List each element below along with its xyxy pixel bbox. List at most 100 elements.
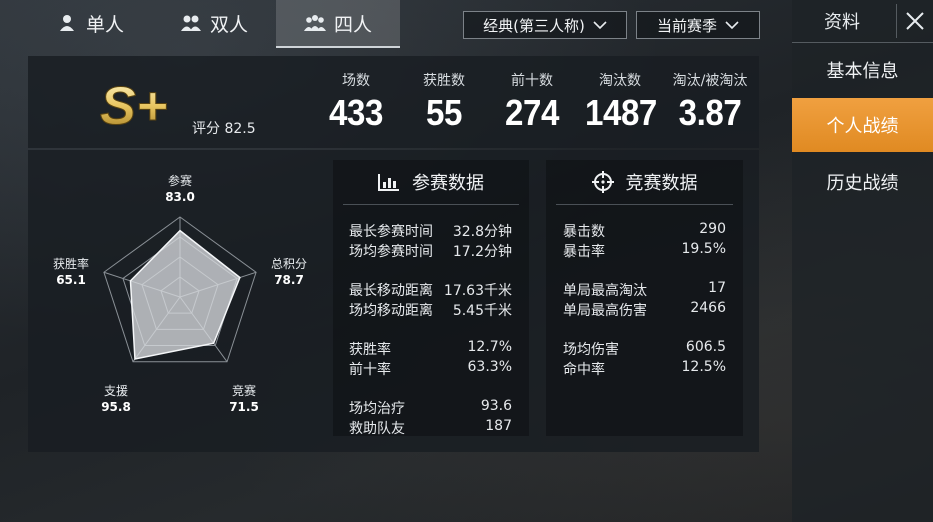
side-item-basic-info[interactable]: 基本信息 — [792, 43, 933, 97]
grade-tier: S+ — [100, 76, 168, 132]
stat-row: 最长移动距离 17.63千米 — [349, 280, 512, 300]
stat-val: 12.5% — [681, 359, 726, 375]
radar-label-competition: 竞赛 — [231, 384, 256, 398]
stat-row: 场均参赛时间 17.2分钟 — [349, 241, 512, 261]
divider — [556, 204, 733, 205]
side-item-personal-record[interactable]: 个人战绩 — [792, 98, 933, 152]
rating-text: 评分 82.5 — [192, 121, 256, 137]
close-icon — [906, 12, 924, 30]
close-button[interactable] — [896, 4, 933, 38]
stat-key: 最长参赛时间 — [349, 224, 433, 240]
stat-key: 获胜率 — [349, 342, 391, 358]
stat-row: 单局最高伤害 2466 — [563, 300, 726, 320]
stat-value: 433 — [329, 92, 383, 133]
tab-single[interactable]: 单人 — [28, 0, 152, 46]
stat-val: 5.45千米 — [452, 303, 512, 319]
single-person-icon — [59, 15, 74, 31]
radar-chart — [103, 216, 257, 363]
stat-row: 单局最高淘汰 17 — [563, 280, 726, 300]
radar-value-participation: 83.0 — [165, 190, 195, 204]
stat-kills: 淘汰数 1487 — [582, 70, 658, 134]
stat-key: 暴击率 — [563, 244, 605, 260]
stat-val: 606.5 — [685, 339, 726, 355]
stat-row: 场均治疗 93.6 — [349, 398, 512, 418]
stat-value: 1487 — [585, 92, 657, 133]
participation-header: 参赛数据 — [333, 160, 529, 204]
stat-label: 淘汰/被淘汰 — [672, 73, 748, 89]
squad-icon — [303, 15, 326, 31]
radar-data-area — [129, 229, 241, 360]
radar-value-support: 95.8 — [101, 400, 131, 414]
stat-val: 290 — [699, 221, 726, 237]
tab-squad-label: 四人 — [333, 13, 372, 36]
radar-label-support: 支援 — [103, 384, 128, 398]
season-dropdown[interactable]: 当前赛季 — [636, 11, 760, 39]
stat-val: 32.8分钟 — [452, 224, 512, 240]
mode-dropdown-value: 经典(第三人称) — [483, 16, 585, 35]
stat-key: 救助队友 — [349, 421, 405, 437]
stat-key: 暴击数 — [563, 224, 605, 240]
radar-label-win-rate: 获胜率 — [52, 257, 89, 271]
radar-value-win-rate: 65.1 — [56, 273, 86, 287]
stat-label: 前十数 — [511, 73, 553, 89]
bar-chart-icon — [378, 174, 399, 191]
season-dropdown-value: 当前赛季 — [656, 16, 717, 35]
stat-top10: 前十数 274 — [496, 70, 568, 134]
stat-key: 单局最高淘汰 — [563, 283, 647, 299]
stat-row: 最长参赛时间 32.8分钟 — [349, 221, 512, 241]
stat-row: 命中率 12.5% — [563, 359, 726, 379]
stat-key: 场均移动距离 — [349, 303, 433, 319]
stat-val: 93.6 — [480, 398, 512, 414]
tab-squad[interactable]: 四人 — [276, 0, 400, 48]
divider — [343, 204, 519, 205]
stat-val: 2466 — [690, 300, 726, 316]
grade-badge: S+ — [100, 76, 169, 133]
radar-label-total-score: 总积分 — [270, 257, 307, 271]
radar-label-participation: 参赛 — [167, 174, 192, 188]
tab-duo[interactable]: 双人 — [152, 0, 276, 46]
stat-value: 274 — [505, 92, 559, 133]
participation-rows: 最长参赛时间 32.8分钟 场均参赛时间 17.2分钟 最长移动距离 17.63千米 … — [349, 221, 512, 438]
stat-wins: 获胜数 55 — [412, 70, 476, 134]
stat-value: 3.87 — [678, 92, 742, 133]
stat-key: 最长移动距离 — [349, 283, 433, 299]
stat-key: 场均参赛时间 — [349, 244, 433, 260]
stat-row: 前十率 63.3% — [349, 359, 512, 379]
duo-icon — [180, 15, 201, 31]
side-title: 资料 — [824, 12, 860, 33]
mode-tabs: 单人 双人 四人 — [28, 0, 400, 48]
stat-val: 17.63千米 — [443, 283, 512, 299]
stat-kd: 淘汰/被淘汰 3.87 — [664, 70, 756, 134]
stat-row: 暴击率 19.5% — [563, 241, 726, 261]
tab-single-label: 单人 — [85, 13, 124, 36]
stat-val: 17.2分钟 — [452, 244, 512, 260]
competition-rows: 暴击数 290 暴击率 19.5% 单局最高淘汰 17 单局最高伤害 2466 场均伤害… — [563, 221, 726, 379]
stat-key: 单局最高伤害 — [563, 303, 647, 319]
stat-val: 12.7% — [467, 339, 512, 355]
radar-value-competition: 71.5 — [229, 400, 259, 414]
mode-dropdown[interactable]: 经典(第三人称) — [463, 11, 627, 39]
competition-header: 竞赛数据 — [546, 160, 743, 204]
stat-val: 187 — [485, 418, 512, 434]
stat-key: 前十率 — [349, 362, 391, 378]
stat-row: 暴击数 290 — [563, 221, 726, 241]
stat-key: 场均治疗 — [349, 401, 405, 417]
stat-label: 获胜数 — [423, 73, 465, 89]
crosshair-icon — [591, 171, 614, 193]
chevron-down-icon — [593, 20, 607, 29]
stat-row: 场均移动距离 5.45千米 — [349, 300, 512, 320]
stat-val: 63.3% — [467, 359, 512, 375]
stat-key: 命中率 — [563, 362, 605, 378]
side-item-history-record[interactable]: 历史战绩 — [792, 155, 933, 209]
stat-matches: 场数 433 — [320, 70, 392, 134]
stat-key: 场均伤害 — [563, 342, 619, 358]
stat-val: 17 — [708, 280, 726, 296]
stat-label: 淘汰数 — [599, 73, 641, 89]
stat-label: 场数 — [342, 73, 370, 89]
tab-duo-label: 双人 — [209, 13, 248, 36]
participation-title: 参赛数据 — [412, 173, 484, 194]
competition-title: 竞赛数据 — [625, 173, 698, 194]
stat-row: 救助队友 187 — [349, 418, 512, 438]
chevron-down-icon — [725, 20, 739, 29]
stat-row: 场均伤害 606.5 — [563, 339, 726, 359]
